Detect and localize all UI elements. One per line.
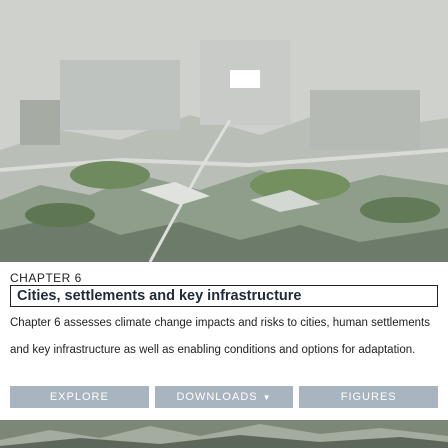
explore-button[interactable]: EXPLORE (10, 386, 149, 408)
chapter-title[interactable]: Cities, settlements and key infrastructu… (10, 285, 438, 307)
explore-button-label: EXPLORE (49, 391, 109, 403)
caret-down-icon: ▼ (262, 392, 272, 402)
action-buttons: EXPLORE DOWNLOADS ▼ FIGURES (10, 386, 439, 408)
figures-button[interactable]: FIGURES (299, 386, 439, 408)
chapter-label: CHAPTER 6 (10, 271, 82, 285)
figures-button-label: FIGURES (340, 391, 397, 403)
chapter-description: Chapter 6 assesses climate change impact… (10, 317, 430, 356)
downloads-button[interactable]: DOWNLOADS ▼ (154, 386, 294, 408)
downloads-button-label: DOWNLOADS (176, 391, 258, 403)
next-chapter-illustration (0, 420, 448, 448)
hero-illustration (0, 0, 448, 262)
hero-image (0, 0, 448, 262)
next-chapter-image (0, 420, 448, 448)
